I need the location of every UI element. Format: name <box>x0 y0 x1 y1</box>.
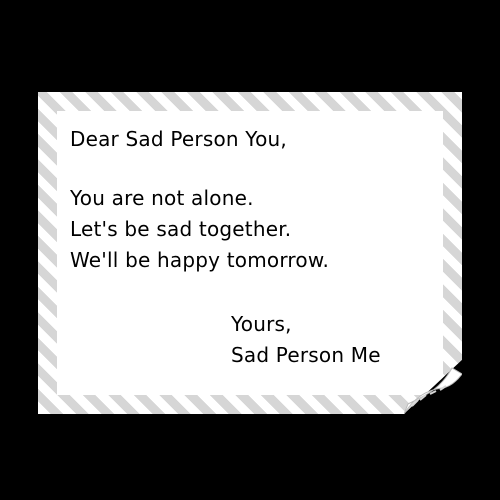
page-curl-icon <box>404 360 462 414</box>
letter-body: You are not alone. Let's be sad together… <box>70 183 329 276</box>
letter-closing: Yours, <box>231 312 292 336</box>
letter-content: Dear Sad Person You, You are not alone. … <box>57 111 443 395</box>
stage: Dear Sad Person You, You are not alone. … <box>0 0 500 500</box>
letter-signature: Sad Person Me <box>231 343 381 367</box>
letter-body-line: You are not alone. <box>70 186 254 210</box>
letter-paper: Dear Sad Person You, You are not alone. … <box>38 92 462 414</box>
letter-closing-block: Yours, Sad Person Me <box>231 309 381 371</box>
letter-salutation: Dear Sad Person You, <box>70 127 287 151</box>
letter-body-line: We'll be happy tomorrow. <box>70 248 330 272</box>
letter-body-line: Let's be sad together. <box>70 217 292 241</box>
